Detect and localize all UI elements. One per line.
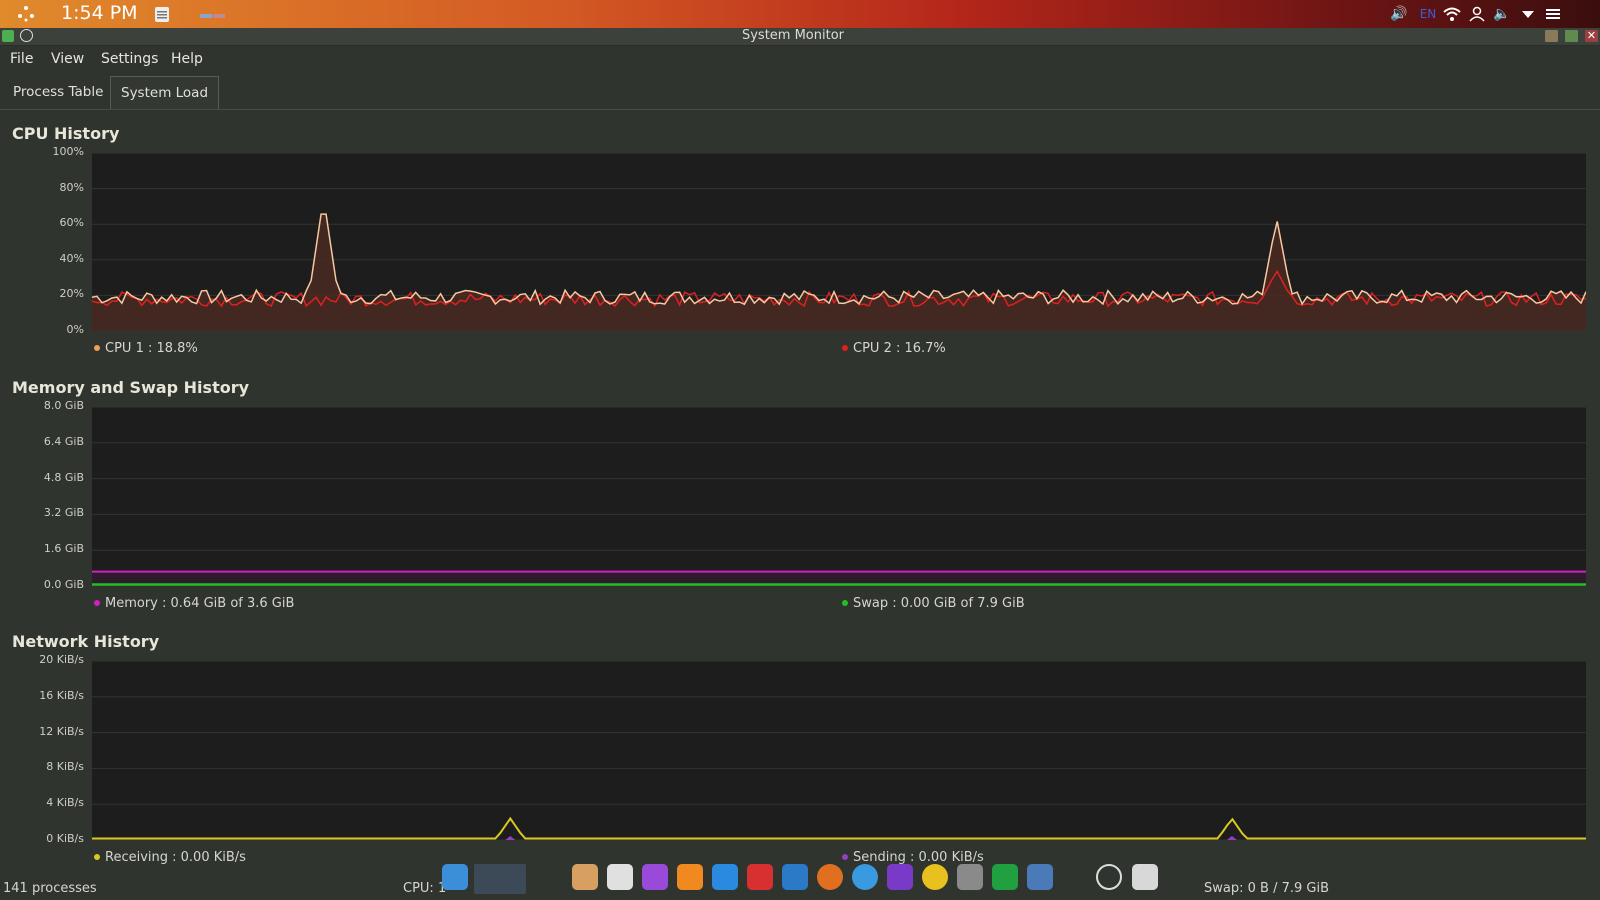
memory-y-tick: 4.8 GiB xyxy=(43,470,84,484)
workspace-switcher-icon[interactable] xyxy=(474,864,526,894)
workspace-indicator-icon[interactable] xyxy=(200,5,226,23)
receiving-legend-dot xyxy=(94,854,100,860)
menu-file[interactable]: File xyxy=(10,51,33,67)
menu-view[interactable]: View xyxy=(51,51,84,67)
screenshot-icon[interactable] xyxy=(1027,864,1053,890)
cpu-y-tick: 20% xyxy=(59,287,84,301)
drive-icon[interactable] xyxy=(957,864,983,890)
text-editor-icon[interactable] xyxy=(607,864,633,890)
swap-status: Swap: 0 B / 7.9 GiB xyxy=(1204,881,1329,896)
trash-icon[interactable] xyxy=(1132,864,1158,890)
sending-legend: Sending : 0.00 KiB/s xyxy=(842,850,984,865)
network-y-tick: 12 KiB/s xyxy=(39,724,84,738)
cpu-y-tick: 40% xyxy=(59,251,84,265)
memory-y-tick: 6.4 GiB xyxy=(43,434,84,448)
calendar-icon[interactable] xyxy=(153,5,171,23)
keyboard-layout[interactable]: EN xyxy=(1418,5,1438,23)
volume-icon[interactable]: 🔊 xyxy=(1390,5,1408,23)
sending-spike xyxy=(1226,836,1237,840)
cpu1-legend-dot xyxy=(94,345,100,351)
cpu-area-fill xyxy=(92,214,1586,331)
cpu2-legend-text: CPU 2 : 16.7% xyxy=(853,341,946,356)
cpu-history-plot xyxy=(92,153,1586,331)
clock[interactable]: 1:54 PM xyxy=(61,2,138,24)
software-center-icon[interactable] xyxy=(712,864,738,890)
memory-y-tick: 1.6 GiB xyxy=(43,542,84,556)
filezilla-icon[interactable] xyxy=(747,864,773,890)
dropdown-arrow-icon[interactable] xyxy=(1519,5,1537,23)
menu-help[interactable]: Help xyxy=(171,51,203,67)
maximize-button[interactable] xyxy=(1565,30,1578,42)
speaker-icon[interactable]: 🔈 xyxy=(1493,5,1511,23)
tab-bar: Process Table System Load xyxy=(0,76,1600,110)
tab-process-table[interactable]: Process Table xyxy=(3,76,113,108)
cpu-y-tick: 80% xyxy=(59,180,84,194)
download-icon[interactable] xyxy=(922,864,948,890)
firefox-icon[interactable] xyxy=(817,864,843,890)
chat-icon[interactable] xyxy=(887,864,913,890)
network-y-tick: 8 KiB/s xyxy=(46,760,84,774)
swap-legend: Swap : 0.00 GiB of 7.9 GiB xyxy=(842,596,1025,611)
cpu1-legend-text: CPU 1 : 18.8% xyxy=(105,341,198,356)
memory-y-tick: 0.0 GiB xyxy=(43,578,84,591)
app-launcher-icon[interactable] xyxy=(16,5,36,23)
menu-icon[interactable] xyxy=(1544,5,1562,23)
memory-history-plot xyxy=(92,407,1586,586)
menu-settings[interactable]: Settings xyxy=(101,51,158,67)
swap-legend-dot xyxy=(842,600,848,606)
tab-system-load[interactable]: System Load xyxy=(110,76,220,109)
cpu2-legend: CPU 2 : 16.7% xyxy=(842,341,946,356)
cpu1-legend: CPU 1 : 18.8% xyxy=(94,341,198,356)
cpu-y-tick: 100% xyxy=(52,145,84,158)
cpu-y-tick: 0% xyxy=(66,323,84,336)
top-panel: 1:54 PM 🔊 EN 🔈 xyxy=(0,0,1600,28)
network-y-tick: 20 KiB/s xyxy=(39,653,84,666)
memory-legend-dot xyxy=(94,600,100,606)
sending-spike xyxy=(505,836,516,840)
network-y-tick: 16 KiB/s xyxy=(39,688,84,702)
cpu-y-tick: 60% xyxy=(59,216,84,230)
window-titlebar[interactable]: System Monitor ✕ xyxy=(0,28,1600,46)
minimize-button[interactable] xyxy=(1545,30,1558,42)
memory-legend: Memory : 0.64 GiB of 3.6 GiB xyxy=(94,596,294,611)
window-title: System Monitor xyxy=(741,28,845,43)
memory-y-tick: 3.2 GiB xyxy=(43,506,84,520)
network-y-tick: 4 KiB/s xyxy=(46,796,84,810)
desktop-icon[interactable] xyxy=(442,864,468,890)
memory-chart-svg xyxy=(92,407,1586,586)
memory-history-title: Memory and Swap History xyxy=(12,378,250,397)
mail-icon[interactable] xyxy=(782,864,808,890)
menu-bar: File View Settings Help xyxy=(0,46,1600,74)
network-y-tick: 0 KiB/s xyxy=(46,832,84,845)
network-chart-svg xyxy=(92,661,1586,840)
swap-legend-text: Swap : 0.00 GiB of 7.9 GiB xyxy=(853,596,1025,611)
wifi-icon[interactable] xyxy=(1442,5,1462,23)
cpu2-legend-dot xyxy=(842,345,848,351)
vlc-icon[interactable] xyxy=(677,864,703,890)
memory-y-tick: 8.0 GiB xyxy=(43,399,84,412)
files-icon[interactable] xyxy=(572,864,598,890)
receiving-line xyxy=(92,816,1586,840)
memory-legend-text: Memory : 0.64 GiB of 3.6 GiB xyxy=(105,596,295,611)
network-history-title: Network History xyxy=(12,632,160,651)
receiving-legend: Receiving : 0.00 KiB/s xyxy=(94,850,246,865)
cpu-status: CPU: 1 xyxy=(403,881,447,896)
browser-icon[interactable] xyxy=(852,864,878,890)
paint-icon[interactable] xyxy=(642,864,668,890)
sending-legend-text: Sending : 0.00 KiB/s xyxy=(853,850,984,865)
user-icon[interactable] xyxy=(1468,5,1486,23)
cpu-chart-svg xyxy=(92,153,1586,331)
power-icon[interactable] xyxy=(1096,864,1122,890)
network-history-plot xyxy=(92,661,1586,840)
cpu-history-title: CPU History xyxy=(12,124,120,143)
system-monitor-icon[interactable] xyxy=(992,864,1018,890)
sending-legend-dot xyxy=(842,854,848,860)
process-count: 141 processes xyxy=(3,881,97,896)
close-button[interactable]: ✕ xyxy=(1585,30,1598,42)
receiving-legend-text: Receiving : 0.00 KiB/s xyxy=(105,850,246,865)
